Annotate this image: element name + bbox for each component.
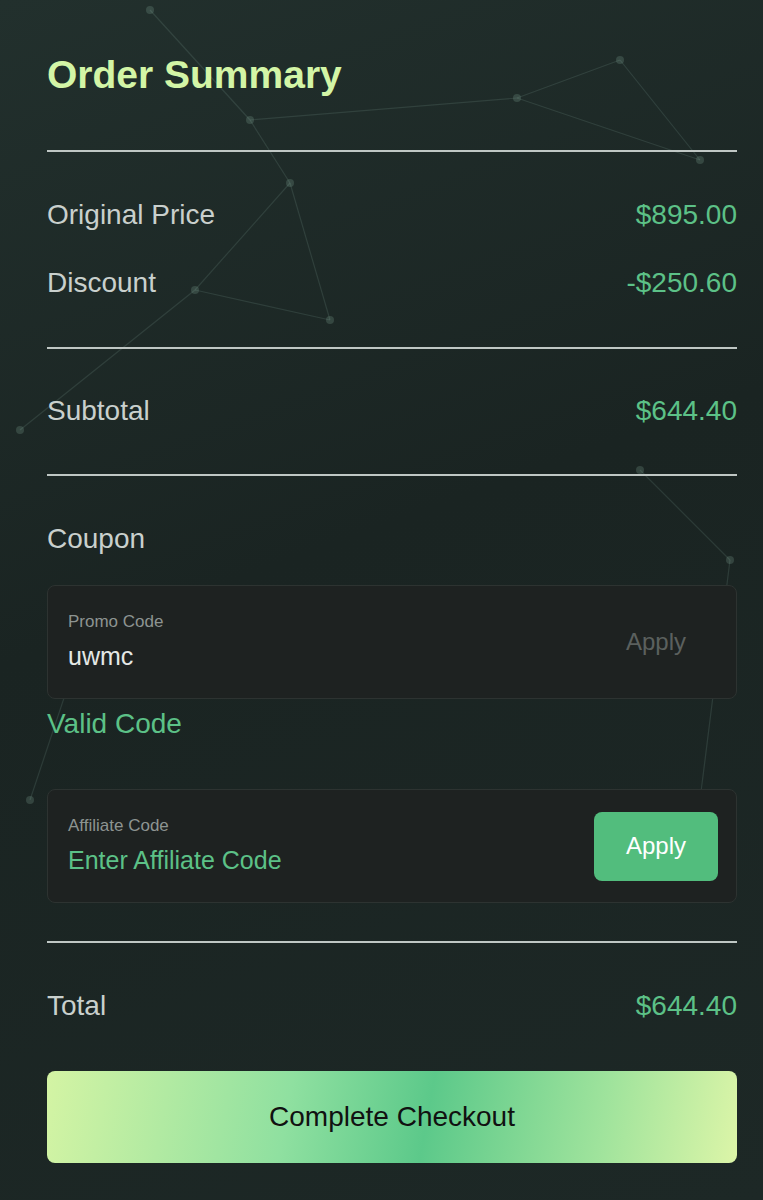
- order-summary-card: Order Summary Original Price $895.00 Discou…: [0, 0, 763, 1200]
- row-label: Total: [47, 990, 106, 1022]
- price-section: Original Price $895.00 Discount -$250.60: [47, 152, 737, 347]
- row-value: $644.40: [636, 395, 737, 427]
- subtotal-section: Subtotal $644.40: [47, 349, 737, 474]
- total-row: Total $644.40: [47, 972, 737, 1040]
- affiliate-code-field: Affiliate Code Apply: [47, 789, 737, 903]
- promo-code-field: Promo Code Apply: [47, 585, 737, 699]
- row-label: Subtotal: [47, 395, 150, 427]
- row-value: -$250.60: [626, 267, 737, 299]
- row-label: Discount: [47, 267, 156, 299]
- promo-apply-button[interactable]: Apply: [594, 608, 718, 677]
- promo-code-body: Promo Code: [68, 612, 582, 672]
- divider: [47, 347, 737, 349]
- order-summary-title: Order Summary: [47, 50, 737, 100]
- promo-status: Valid Code: [47, 707, 737, 741]
- subtotal-row: Subtotal $644.40: [47, 377, 737, 445]
- affiliate-code-label: Affiliate Code: [68, 816, 582, 836]
- divider: [47, 941, 737, 943]
- row-value: $895.00: [636, 199, 737, 231]
- checkout-page: Order Summary Original Price $895.00 Discou…: [0, 0, 763, 1200]
- row-label: Original Price: [47, 199, 215, 231]
- coupon-section: Coupon Promo Code Apply Valid Code Affiliate…: [47, 476, 737, 941]
- price-row: Original Price $895.00: [47, 181, 737, 249]
- promo-code-input[interactable]: [68, 640, 582, 672]
- coupon-heading: Coupon: [47, 519, 737, 559]
- affiliate-code-body: Affiliate Code: [68, 816, 582, 876]
- promo-code-label: Promo Code: [68, 612, 582, 632]
- price-row: Discount -$250.60: [47, 249, 737, 317]
- row-value: $644.40: [636, 990, 737, 1022]
- divider: [47, 150, 737, 152]
- affiliate-apply-button[interactable]: Apply: [594, 812, 718, 881]
- affiliate-code-input[interactable]: [68, 844, 582, 876]
- divider: [47, 474, 737, 476]
- total-section: Total $644.40 Complete Checkout: [47, 943, 737, 1163]
- complete-checkout-button[interactable]: Complete Checkout: [47, 1071, 737, 1163]
